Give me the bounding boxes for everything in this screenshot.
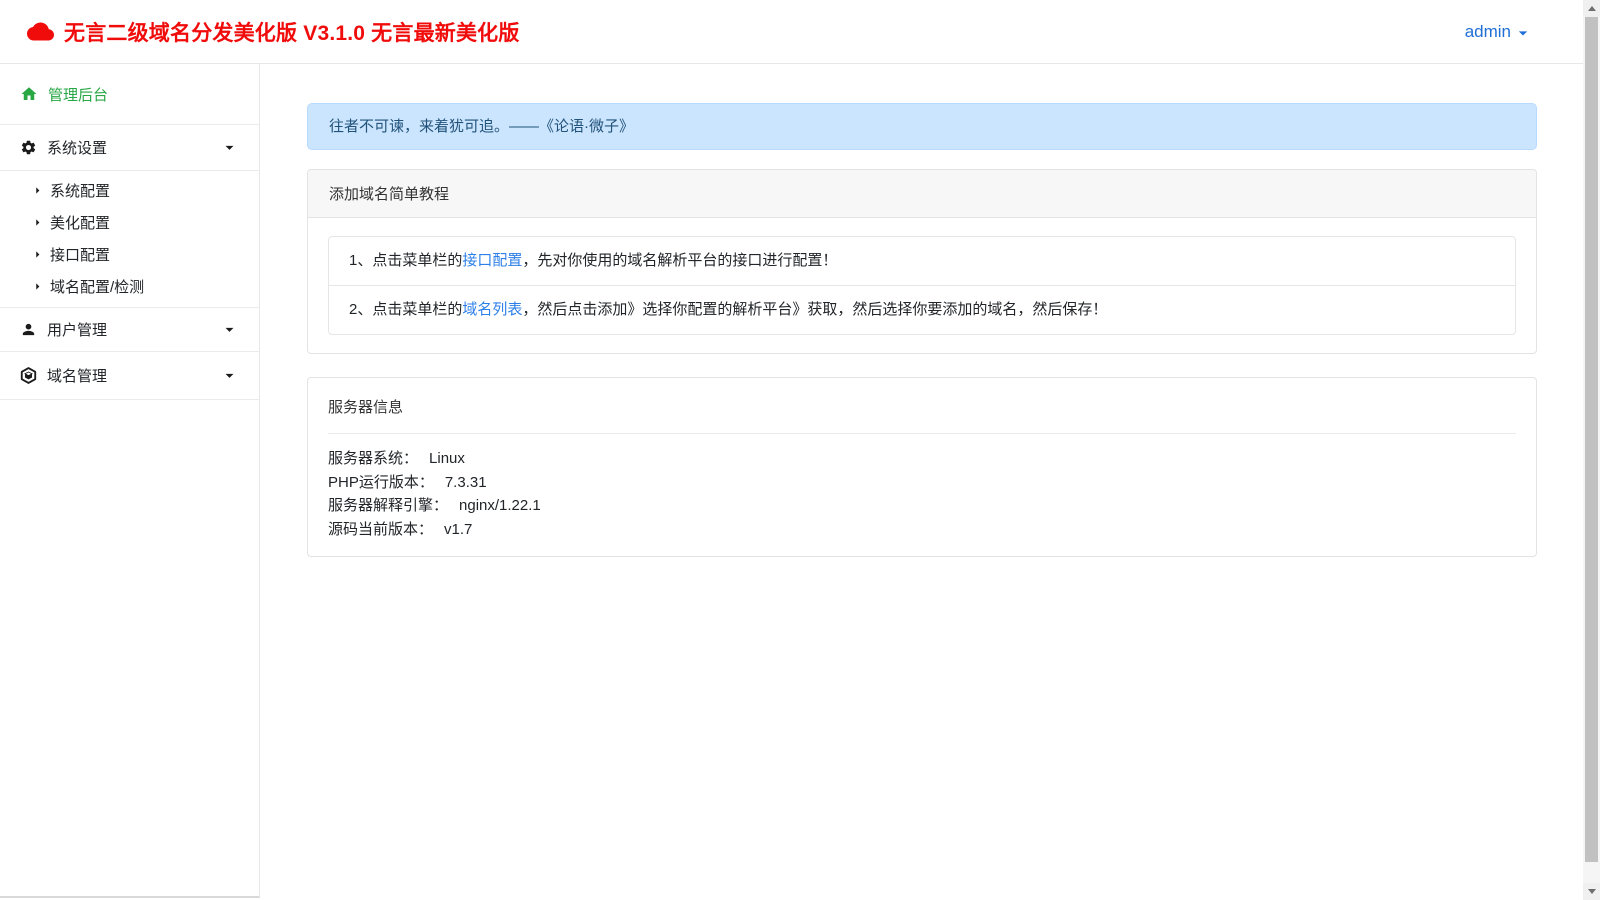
caret-down-icon	[1513, 23, 1533, 43]
caret-down-icon	[220, 138, 239, 157]
source-version-row: 源码当前版本： v1.7	[328, 518, 1516, 542]
sidebar-subitem-beautify-config[interactable]: 美化配置	[0, 206, 259, 238]
sidebar-item-domain-management[interactable]: 域名管理	[0, 352, 259, 400]
source-version-value: v1.7	[444, 521, 472, 538]
user-name: admin	[1465, 22, 1511, 42]
tutorial-card: 添加域名简单教程 1、点击菜单栏的接口配置，先对你使用的域名解析平台的接口进行配…	[307, 169, 1537, 354]
gear-icon	[20, 139, 37, 156]
server-os-value: Linux	[429, 450, 465, 467]
caret-right-icon	[30, 247, 45, 262]
sidebar-item-label: 域名管理	[47, 365, 107, 386]
sidebar: 管理后台 系统设置 系统配置 美化配置 接口配置 域名配置/检测 用户管理	[0, 64, 260, 898]
brand-title: 无言二级域名分发美化版 V3.1.0 无言最新美化版	[64, 17, 520, 47]
sidebar-subitem-api-config[interactable]: 接口配置	[0, 238, 259, 270]
cube-icon	[20, 367, 37, 384]
top-navbar: 无言二级域名分发美化版 V3.1.0 无言最新美化版 admin	[0, 0, 1583, 64]
domain-list-link[interactable]: 域名列表	[462, 301, 522, 318]
main-content: 往者不可谏，来着犹可追。——《论语·微子》 添加域名简单教程 1、点击菜单栏的接…	[260, 64, 1583, 900]
tutorial-card-header: 添加域名简单教程	[308, 170, 1536, 218]
sidebar-item-system-settings[interactable]: 系统设置	[0, 125, 259, 171]
user-icon	[20, 321, 37, 338]
sidebar-subitem-label: 美化配置	[50, 212, 110, 233]
sidebar-subitem-label: 接口配置	[50, 244, 110, 265]
tutorial-step-2: 2、点击菜单栏的域名列表，然后点击添加》选择你配置的解析平台》获取，然后选择你要…	[329, 285, 1515, 334]
server-info-title: 服务器信息	[328, 396, 1516, 417]
sidebar-item-label: 管理后台	[48, 84, 108, 105]
tutorial-step-1: 1、点击菜单栏的接口配置，先对你使用的域名解析平台的接口进行配置！	[329, 237, 1515, 285]
brand[interactable]: 无言二级域名分发美化版 V3.1.0 无言最新美化版	[27, 17, 520, 47]
triangle-down-icon	[1588, 889, 1596, 894]
sidebar-subitem-system-config[interactable]: 系统配置	[0, 174, 259, 206]
cloud-icon	[27, 18, 54, 45]
caret-right-icon	[30, 183, 45, 198]
server-os-row: 服务器系统： Linux	[328, 447, 1516, 471]
server-info-body: 服务器信息 服务器系统： Linux PHP运行版本： 7.3.31 服务器解释引擎…	[308, 378, 1536, 556]
divider	[328, 433, 1516, 434]
sidebar-subitem-label: 系统配置	[50, 180, 110, 201]
quote-text: 往者不可谏，来着犹可追。——《论语·微子》	[329, 118, 634, 135]
server-engine-label: 服务器解释引擎：	[328, 497, 448, 514]
step-text: 1、点击菜单栏的	[349, 252, 462, 269]
quote-alert: 往者不可谏，来着犹可追。——《论语·微子》	[307, 103, 1537, 150]
triangle-up-icon	[1588, 6, 1596, 11]
sidebar-item-label: 用户管理	[47, 319, 107, 340]
vertical-scrollbar[interactable]	[1583, 0, 1600, 900]
server-os-label: 服务器系统：	[328, 450, 418, 467]
caret-right-icon	[30, 215, 45, 230]
user-dropdown[interactable]: admin	[1465, 20, 1533, 43]
server-info-card: 服务器信息 服务器系统： Linux PHP运行版本： 7.3.31 服务器解释引擎…	[307, 377, 1537, 557]
tutorial-steps-list: 1、点击菜单栏的接口配置，先对你使用的域名解析平台的接口进行配置！ 2、点击菜单…	[328, 236, 1516, 335]
server-engine-value: nginx/1.22.1	[459, 497, 541, 514]
source-version-label: 源码当前版本：	[328, 521, 433, 538]
tutorial-card-body: 1、点击菜单栏的接口配置，先对你使用的域名解析平台的接口进行配置！ 2、点击菜单…	[308, 218, 1536, 353]
system-settings-submenu: 系统配置 美化配置 接口配置 域名配置/检测	[0, 171, 259, 308]
scrollbar-thumb[interactable]	[1585, 17, 1598, 862]
sidebar-item-dashboard[interactable]: 管理后台	[0, 64, 259, 125]
server-engine-row: 服务器解释引擎： nginx/1.22.1	[328, 494, 1516, 518]
scroll-down-button[interactable]	[1583, 883, 1600, 900]
caret-right-icon	[30, 279, 45, 294]
step-text: 2、点击菜单栏的	[349, 301, 462, 318]
php-version-row: PHP运行版本： 7.3.31	[328, 471, 1516, 495]
step-text: ，先对你使用的域名解析平台的接口进行配置！	[522, 252, 837, 269]
sidebar-item-user-management[interactable]: 用户管理	[0, 308, 259, 352]
scroll-up-button[interactable]	[1583, 0, 1600, 17]
sidebar-subitem-label: 域名配置/检测	[50, 276, 144, 297]
caret-down-icon	[220, 366, 239, 385]
step-text: ，然后点击添加》选择你配置的解析平台》获取，然后选择你要添加的域名，然后保存！	[522, 301, 1107, 318]
php-version-value: 7.3.31	[445, 474, 487, 491]
home-icon	[20, 85, 38, 103]
interface-config-link[interactable]: 接口配置	[462, 252, 522, 269]
caret-down-icon	[220, 320, 239, 339]
sidebar-subitem-domain-config-check[interactable]: 域名配置/检测	[0, 270, 259, 302]
php-version-label: PHP运行版本：	[328, 474, 434, 491]
sidebar-item-label: 系统设置	[47, 137, 107, 158]
